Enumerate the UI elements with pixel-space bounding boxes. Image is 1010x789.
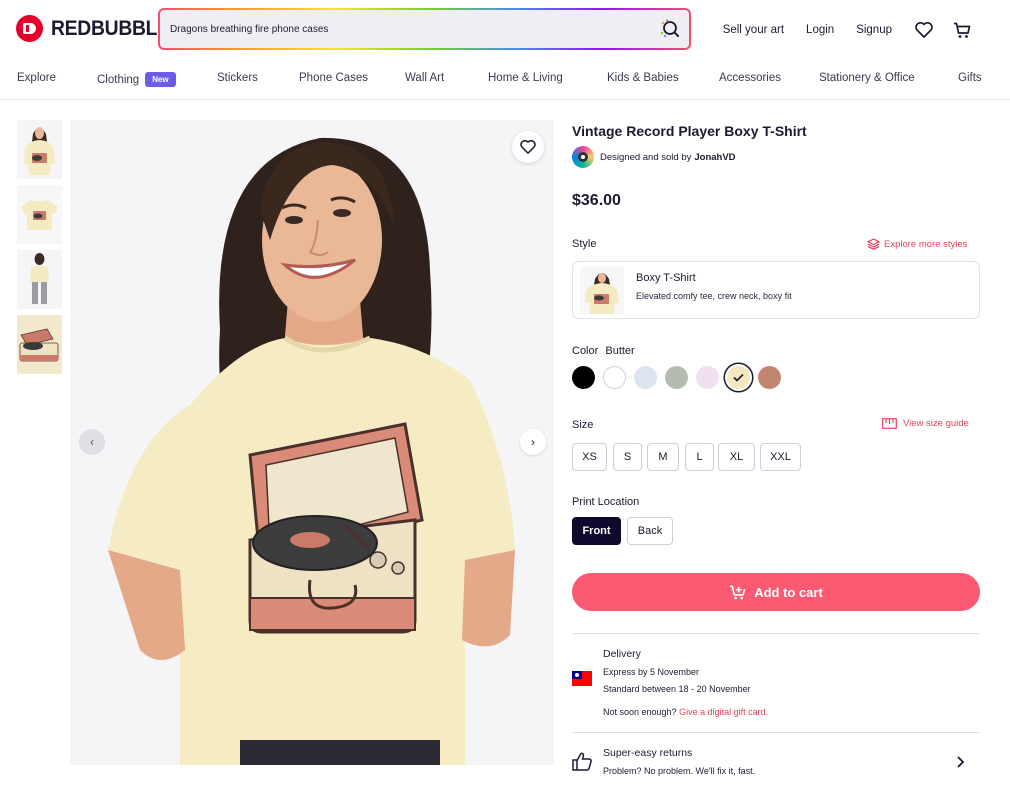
nav-item-accessories[interactable]: Accessories — [719, 72, 781, 84]
nav-item-stationery-office[interactable]: Stationery & Office — [819, 72, 915, 84]
style-thumbnail — [580, 267, 624, 314]
selected-color-name: Butter — [605, 345, 635, 357]
size-option-m[interactable]: M — [647, 443, 679, 471]
print-location-back[interactable]: Back — [627, 517, 673, 545]
size-option-xxl[interactable]: XXL — [760, 443, 801, 471]
checkmark-icon — [733, 373, 744, 382]
color-swatch-white[interactable] — [603, 366, 626, 389]
login-link[interactable]: Login — [806, 24, 834, 36]
style-description: Elevated comfy tee, crew neck, boxy fit — [636, 291, 792, 301]
product-price: $36.00 — [572, 192, 621, 209]
logo-mark-icon — [16, 15, 43, 42]
add-to-cart-button[interactable]: Add to cart — [572, 573, 980, 611]
delivery-title: Delivery — [603, 648, 641, 660]
search-bar — [158, 8, 691, 50]
color-label: Color — [572, 345, 599, 357]
explore-more-styles-label: Explore more styles — [884, 238, 968, 250]
view-size-guide-label: View size guide — [903, 418, 969, 429]
nav-item-phone-cases[interactable]: Phone Cases — [299, 72, 368, 84]
thumbnail-model-back[interactable] — [17, 250, 62, 309]
nav-item-clothing[interactable]: Clothing New — [97, 72, 176, 87]
color-swatch-black[interactable] — [572, 366, 595, 389]
thumbnail-flat-front[interactable] — [17, 185, 62, 244]
color-swatch-terracotta[interactable] — [758, 366, 781, 389]
add-to-cart-label: Add to cart — [754, 584, 823, 600]
view-size-guide-link[interactable]: View size guide — [882, 418, 969, 429]
print-location-label: Print Location — [572, 496, 640, 508]
header-links: Sell your art Login Signup — [723, 0, 1010, 60]
chevron-right-icon: › — [531, 435, 535, 449]
gift-card-link[interactable]: Give a digital gift card. — [679, 707, 768, 717]
size-option-l[interactable]: L — [685, 443, 714, 471]
redbubble-logo[interactable]: REDBUBBLE — [16, 15, 180, 42]
thumbnail-model-front[interactable] — [17, 120, 62, 179]
heart-icon[interactable] — [914, 20, 934, 40]
delivery-not-soon: Not soon enough? Give a digital gift car… — [603, 707, 768, 717]
style-card-boxy-tshirt[interactable]: Boxy T-Shirt Elevated comfy tee, crew ne… — [572, 261, 980, 319]
explore-more-styles-link[interactable]: Explore more styles — [867, 238, 967, 250]
size-option-xs[interactable]: XS — [572, 443, 607, 471]
thumbnail-design-closeup[interactable] — [17, 315, 62, 374]
site-header: REDBUBBLE Sell your art Login Signup — [0, 0, 1010, 60]
designer-avatar[interactable] — [572, 146, 594, 168]
designer-prefix: Designed and sold by — [600, 151, 692, 163]
nav-item-label: Clothing — [97, 74, 140, 86]
nav-item-home-living[interactable]: Home & Living — [488, 72, 563, 84]
taiwan-flag-icon — [572, 671, 592, 686]
search-icon[interactable] — [659, 19, 679, 39]
search-input[interactable] — [170, 20, 640, 38]
nav-item-wall-art[interactable]: Wall Art — [405, 72, 444, 84]
sell-your-art-link[interactable]: Sell your art — [723, 24, 784, 36]
product-title: Vintage Record Player Boxy T-Shirt — [572, 123, 807, 139]
designer-info: Designed and sold by JonahVD — [572, 146, 980, 168]
signup-link[interactable]: Signup — [856, 24, 892, 36]
color-swatch-light-pink[interactable] — [696, 366, 719, 389]
previous-image-button[interactable]: ‹ — [79, 429, 105, 455]
returns-title: Super-easy returns — [603, 747, 693, 759]
color-label-row: Color Butter — [572, 345, 980, 357]
nav-item-gifts[interactable]: Gifts — [958, 72, 982, 84]
nav-item-kids-babies[interactable]: Kids & Babies — [607, 72, 679, 84]
designer-name-link[interactable]: JonahVD — [694, 152, 735, 163]
delivery-express: Express by 5 November — [603, 667, 700, 677]
product-main-image — [70, 120, 554, 765]
returns-text: Problem? No problem. We'll fix it, fast. — [603, 766, 756, 776]
color-swatch-sage[interactable] — [665, 366, 688, 389]
returns-chevron-right-icon[interactable] — [955, 755, 965, 774]
not-soon-text: Not soon enough? — [603, 707, 677, 717]
cart-plus-icon — [730, 585, 746, 599]
divider — [572, 732, 980, 733]
chevron-left-icon: ‹ — [90, 435, 94, 449]
cart-icon[interactable] — [952, 20, 972, 40]
style-name: Boxy T-Shirt — [636, 272, 696, 284]
delivery-standard: Standard between 18 - 20 November — [603, 684, 751, 694]
color-swatch-light-blue[interactable] — [634, 366, 657, 389]
category-nav: Explore Clothing New Stickers Phone Cases… — [0, 60, 1010, 100]
color-swatch-butter[interactable] — [727, 366, 750, 389]
nav-item-explore[interactable]: Explore — [17, 72, 56, 84]
size-option-s[interactable]: S — [613, 443, 642, 471]
print-location-front[interactable]: Front — [572, 517, 621, 545]
layers-icon — [867, 238, 880, 250]
heart-icon — [520, 140, 536, 154]
size-option-xl[interactable]: XL — [718, 443, 755, 471]
ruler-icon — [882, 418, 897, 429]
nav-item-stickers[interactable]: Stickers — [217, 72, 258, 84]
next-image-button[interactable]: › — [520, 429, 546, 455]
search-box — [160, 10, 689, 48]
thumbs-up-icon — [572, 752, 592, 776]
favorite-button[interactable] — [512, 131, 544, 163]
new-badge: New — [145, 72, 176, 87]
logo-text: REDBUBBLE — [51, 16, 170, 40]
divider — [572, 633, 980, 634]
